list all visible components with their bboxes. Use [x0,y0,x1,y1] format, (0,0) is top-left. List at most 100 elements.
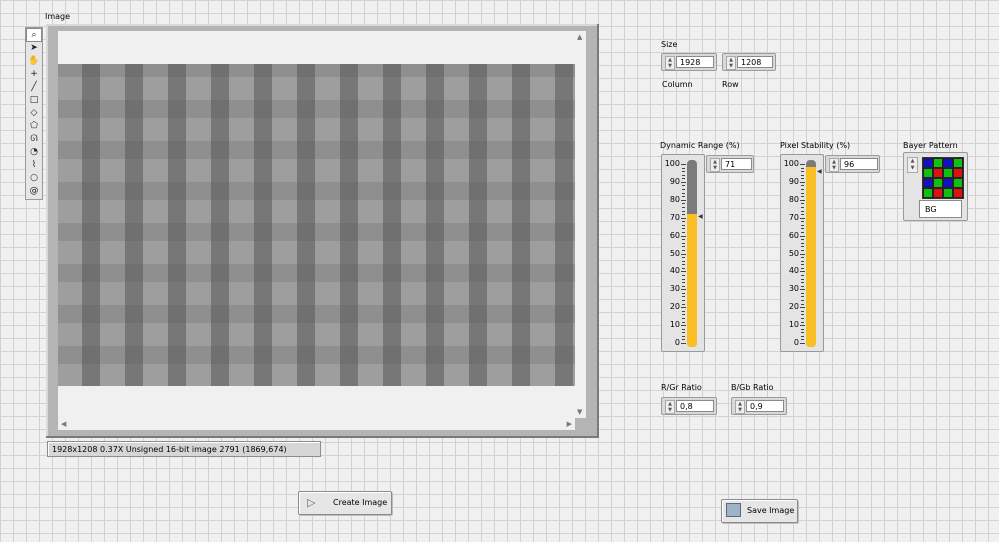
scale-tick-label: 30 [669,284,680,294]
scale-minor-tick [801,332,804,334]
scale-minor-tick [682,310,685,312]
scale-tick [800,235,805,237]
scale-tick [800,325,805,327]
scale-minor-tick [801,328,804,330]
freehand-icon[interactable]: ᘏ [27,133,41,145]
slider-pointer-icon[interactable]: ◀ [817,168,823,175]
scroll-down-icon[interactable]: ▼ [577,408,582,416]
scroll-up-icon[interactable]: ▲ [577,33,582,41]
crosshair-icon[interactable]: + [27,68,41,80]
rgr-ratio-control[interactable]: ▲ ▼ 0,8 [661,397,717,415]
scale-tick-label: 50 [669,248,680,258]
bayer-cell [953,178,963,188]
scale-tick [681,199,686,201]
create-image-button[interactable]: ▷ Create Image [298,491,392,515]
scale-minor-tick [682,167,685,169]
spiral-icon[interactable]: @ [27,185,41,197]
play-icon: ▷ [307,496,316,509]
scale-minor-tick [801,196,804,198]
scale-tick-label: 60 [788,230,799,240]
scale-tick [681,271,686,273]
scale-tick-label: 20 [669,302,680,312]
scale-minor-tick [801,278,804,280]
spin-arrows-icon[interactable]: ▲ ▼ [665,400,675,414]
vertical-scrollbar[interactable]: ▲ ▼ [575,31,586,418]
dynamic-range-track[interactable] [687,160,697,347]
row-control[interactable]: ▲ ▼ 1208 [722,53,776,71]
scale-minor-tick [801,210,804,212]
bayer-cell [953,188,963,198]
spin-arrows-icon[interactable]: ▲ ▼ [735,400,745,414]
size-label: Size [661,40,678,49]
spin-arrows-icon[interactable]: ▲ ▼ [726,56,736,70]
rgr-ratio-input[interactable]: 0,8 [676,400,714,412]
scale-tick [800,343,805,344]
scale-minor-tick [682,206,685,208]
pixel-stability-label: Pixel Stability (%) [780,141,851,150]
scale-minor-tick [682,214,685,216]
spin-arrows-icon[interactable]: ▲ ▼ [710,158,720,172]
bayer-pattern-label: Bayer Pattern [903,141,958,150]
scale-minor-tick [801,167,804,169]
scale-tick [681,325,686,327]
scale-minor-tick [801,260,804,262]
column-control[interactable]: ▲ ▼ 1928 [661,53,717,71]
scale-minor-tick [682,264,685,266]
scale-tick-label: 70 [788,212,799,222]
scroll-right-icon[interactable]: ▶ [567,420,572,428]
scale-minor-tick [682,282,685,284]
scale-tick-label: 100 [783,159,799,168]
save-image-button[interactable]: Save Image [721,499,798,523]
scale-minor-tick [682,196,685,198]
bgb-ratio-input[interactable]: 0,9 [746,400,784,412]
spin-arrows-icon[interactable]: ▲ ▼ [907,157,918,173]
spin-arrows-icon[interactable]: ▲ ▼ [665,56,675,70]
save-image-label: Save Image [747,506,795,515]
scale-minor-tick [682,221,685,223]
scale-minor-tick [801,264,804,266]
pointer-icon[interactable]: ➤ [27,42,41,54]
broken-line-icon[interactable]: ⌇ [27,159,41,171]
rotated-rectangle-icon[interactable]: ◇ [27,107,41,119]
bayer-cell [943,168,953,178]
bayer-cell [943,188,953,198]
horizontal-scrollbar[interactable]: ◀ ▶ [58,418,575,430]
row-label: Row [722,80,739,89]
scale-minor-tick [682,317,685,319]
bgb-ratio-control[interactable]: ▲ ▼ 0,9 [731,397,787,415]
image-pattern-overlay [58,64,575,386]
scale-minor-tick [682,335,685,337]
annulus-icon[interactable]: ◔ [27,146,41,158]
rectangle-icon[interactable]: □ [27,94,41,106]
image-label: Image [45,12,71,21]
scale-tick-label: 50 [788,248,799,258]
pixel-stability-track[interactable] [806,160,816,347]
dynamic-range-control[interactable]: ▲ ▼ 71 [706,155,754,173]
bayer-cell [923,168,933,178]
scale-tick-label: 40 [669,266,680,276]
zoom-icon[interactable]: ⌕ [26,28,42,42]
pan-icon[interactable]: ✋ [27,55,41,67]
oval-icon[interactable]: ○ [27,172,41,184]
bayer-cell [933,188,943,198]
scale-minor-tick [682,292,685,294]
pixel-stability-control[interactable]: ▲ ▼ 96 [825,155,880,173]
column-input[interactable]: 1928 [676,56,714,68]
pixel-stability-input[interactable]: 96 [840,158,878,170]
scale-minor-tick [682,239,685,241]
scale-tick [681,164,686,165]
scale-minor-tick [682,260,685,262]
row-input[interactable]: 1208 [737,56,773,68]
scale-minor-tick [801,310,804,312]
scale-minor-tick [682,178,685,180]
scale-tick-label: 0 [674,338,680,347]
scale-minor-tick [682,257,685,259]
line-icon[interactable]: ╱ [27,81,41,93]
spin-arrows-icon[interactable]: ▲ ▼ [829,158,839,172]
dynamic-range-input[interactable]: 71 [721,158,752,170]
scale-tick [800,271,805,273]
scroll-left-icon[interactable]: ◀ [61,420,66,428]
slider-pointer-icon[interactable]: ◀ [698,213,704,220]
polygon-icon[interactable]: ⬠ [27,120,41,132]
scale-tick [681,217,686,219]
